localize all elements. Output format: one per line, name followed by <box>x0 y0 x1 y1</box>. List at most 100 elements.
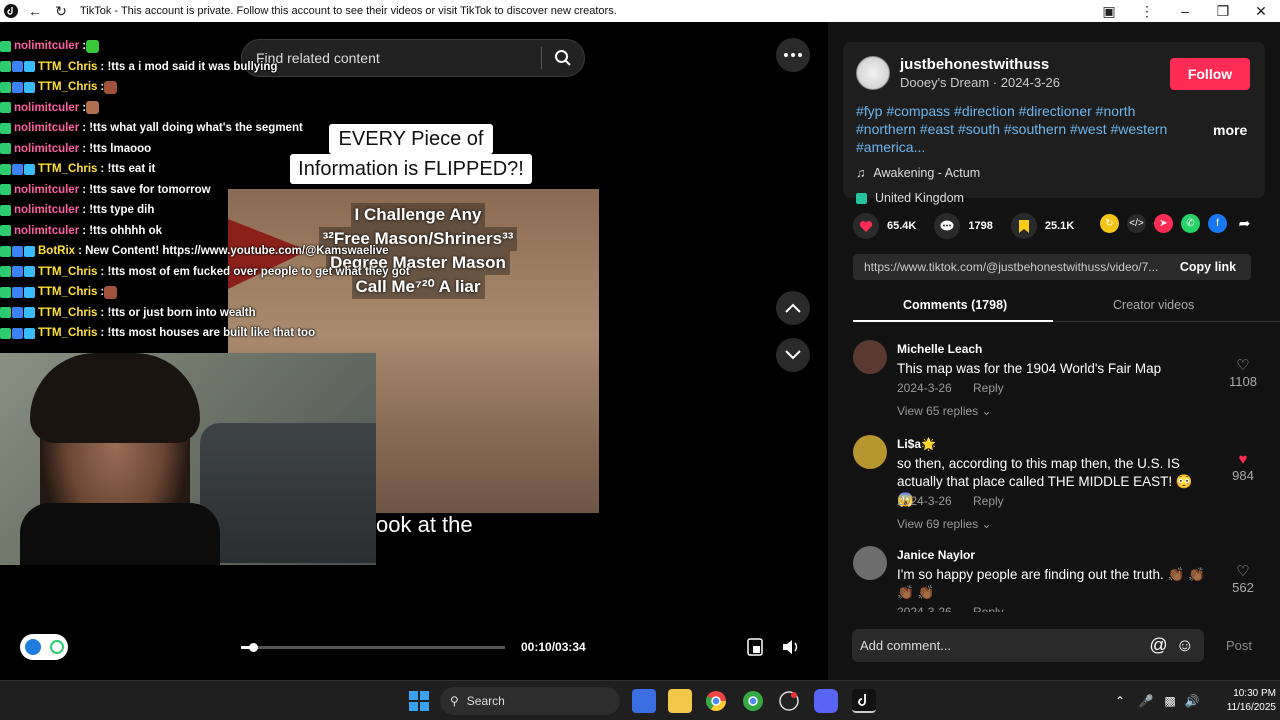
copy-link-button[interactable]: Copy link <box>1165 260 1251 274</box>
maximize-button[interactable]: ❐ <box>1204 0 1242 22</box>
comment-heart-icon[interactable]: ♡ <box>1226 562 1260 580</box>
taskbar-search[interactable]: ⚲ Search <box>440 687 620 715</box>
chat-badge-icon <box>24 61 35 72</box>
tab-creator-videos[interactable]: Creator videos <box>1113 298 1194 312</box>
commenter-name[interactable]: Li$a🌟 <box>897 437 936 451</box>
author-name[interactable]: justbehonestwithuss <box>900 56 1049 73</box>
store-icon[interactable] <box>632 689 656 713</box>
taskbar-clock[interactable]: 10:30 PM 11/16/2025 <box>1206 687 1276 715</box>
search-icon[interactable] <box>542 49 584 67</box>
commenter-name[interactable]: Janice Naylor <box>897 548 975 562</box>
embed-code-icon[interactable]: </> <box>1127 214 1146 233</box>
chat-badge-icon <box>24 81 35 93</box>
chat-text: : !tts ohhhh ok <box>82 224 163 237</box>
comment-like[interactable]: ♡ 562 <box>1226 562 1260 595</box>
bookmark-icon[interactable] <box>1010 213 1037 239</box>
webcam-hair <box>30 353 200 443</box>
streamer-webcam <box>0 353 376 565</box>
add-comment-input[interactable]: Add comment... @ ☺ <box>852 629 1204 662</box>
volume-icon[interactable] <box>779 634 805 660</box>
view-replies-label: View 65 replies <box>897 404 979 418</box>
comment-reply-button[interactable]: Reply <box>973 381 1004 395</box>
chat-badge-icon <box>24 286 35 298</box>
comment-reply-button[interactable]: Reply <box>973 605 1004 612</box>
comment-like[interactable]: ♡ 1108 <box>1226 356 1260 389</box>
details-panel: justbehonestwithuss Dooey's Dream · 2024… <box>828 22 1280 680</box>
video-subtitle: ook at the <box>376 512 473 537</box>
reload-icon[interactable]: ↻ <box>48 0 74 22</box>
comment-like[interactable]: ♥ 984 <box>1226 451 1260 483</box>
chat-badge-icon <box>0 327 11 339</box>
whatsapp-icon[interactable]: ✆ <box>1181 214 1200 233</box>
next-video-chevron-down-icon[interactable] <box>776 338 810 372</box>
emoji-icon[interactable]: ☺ <box>1176 635 1194 656</box>
tiktok-taskbar-icon[interactable] <box>852 689 876 713</box>
comment-count: 1798 <box>968 220 993 232</box>
chrome-profile-icon[interactable] <box>741 689 765 713</box>
commenter-avatar[interactable] <box>853 435 887 469</box>
chat-username: TTM_Chris <box>38 306 98 319</box>
repost-icon[interactable]: ↻ <box>1100 214 1119 233</box>
back-arrow-icon[interactable]: ← <box>22 0 48 22</box>
chat-username: nolimitculer <box>14 224 80 237</box>
previous-video-chevron-up-icon[interactable] <box>776 291 810 325</box>
commenter-name[interactable]: Michelle Leach <box>897 342 982 356</box>
commenter-avatar[interactable] <box>853 546 887 580</box>
tab-comments[interactable]: Comments (1798) <box>903 298 1007 312</box>
speaker-icon[interactable]: 🔊 <box>1180 689 1204 713</box>
video-url[interactable]: https://www.tiktok.com/@justbehonestwith… <box>853 260 1165 274</box>
tray-chevron-up-icon[interactable]: ⌃ <box>1108 689 1132 713</box>
discord-icon[interactable] <box>814 689 838 713</box>
chat-username: nolimitculer <box>14 204 80 216</box>
post-hashtags[interactable]: #fyp #compass #direction #directioner #n… <box>856 102 1196 156</box>
follow-button[interactable]: Follow <box>1170 58 1250 90</box>
post-comment-button[interactable]: Post <box>1226 638 1252 653</box>
chat-username: nolimitculer <box>14 101 80 114</box>
chrome-icon[interactable] <box>704 689 728 713</box>
minimize-button[interactable]: – <box>1166 0 1204 22</box>
chat-message: nolimitculer: !tts lmaooo <box>0 140 151 158</box>
network-icon[interactable]: ▩ <box>1158 689 1182 713</box>
location-pin-icon <box>856 192 867 204</box>
chat-badges <box>0 122 11 134</box>
floating-player-icon[interactable] <box>742 634 768 660</box>
chat-message: TTM_Chris: !tts eat it <box>0 160 155 178</box>
facebook-icon[interactable]: f <box>1208 214 1227 233</box>
music-note-icon: ♫ <box>856 166 866 180</box>
taskbar-search-icon: ⚲ <box>450 694 459 708</box>
like-stat[interactable]: 65.4K <box>853 213 916 239</box>
obs-icon[interactable] <box>777 689 801 713</box>
comment-heart-icon[interactable]: ♥ <box>1226 451 1260 468</box>
chat-badge-icon <box>24 163 35 175</box>
comment-bubble-icon[interactable] <box>934 213 961 239</box>
commenter-avatar[interactable] <box>853 340 887 374</box>
author-avatar[interactable] <box>856 56 890 90</box>
comment-stat[interactable]: 1798 <box>934 213 993 239</box>
microphone-icon[interactable]: 🎤 <box>1134 689 1158 713</box>
extensions-icon[interactable]: ▣ <box>1090 0 1128 22</box>
more-menu-icon[interactable]: ⋮ <box>1128 0 1166 22</box>
save-stat[interactable]: 25.1K <box>1010 213 1074 239</box>
close-button[interactable]: ✕ <box>1242 0 1280 22</box>
chat-badge-icon <box>24 266 35 277</box>
comment-heart-icon[interactable]: ♡ <box>1226 356 1260 374</box>
more-options-icon[interactable] <box>776 38 810 72</box>
send-icon[interactable]: ➤ <box>1154 214 1173 233</box>
heart-icon[interactable] <box>853 213 879 239</box>
music-row[interactable]: ♫ Awakening - Actum <box>856 166 980 180</box>
mention-icon[interactable]: @ <box>1149 635 1167 656</box>
windows-start-icon[interactable] <box>407 689 431 713</box>
chat-badge-icon <box>12 245 23 257</box>
more-link[interactable]: more <box>1213 122 1247 138</box>
chat-message: nolimitculer: <box>0 37 100 55</box>
view-replies-link[interactable]: View 65 replies ⌄ <box>897 404 992 418</box>
view-replies-link[interactable]: View 69 replies ⌄ <box>897 517 992 531</box>
share-arrow-icon[interactable]: ➦ <box>1235 214 1254 233</box>
location-row[interactable]: United Kingdom <box>856 191 964 205</box>
chat-message: TTM_Chris: !tts or just born into wealth <box>0 304 256 322</box>
video-progress-bar[interactable] <box>241 643 505 652</box>
chat-username: nolimitculer <box>14 122 80 134</box>
comment-reply-button[interactable]: Reply <box>973 494 1004 508</box>
file-explorer-icon[interactable] <box>668 689 692 713</box>
chat-text: : !tts or just born into wealth <box>100 306 256 319</box>
